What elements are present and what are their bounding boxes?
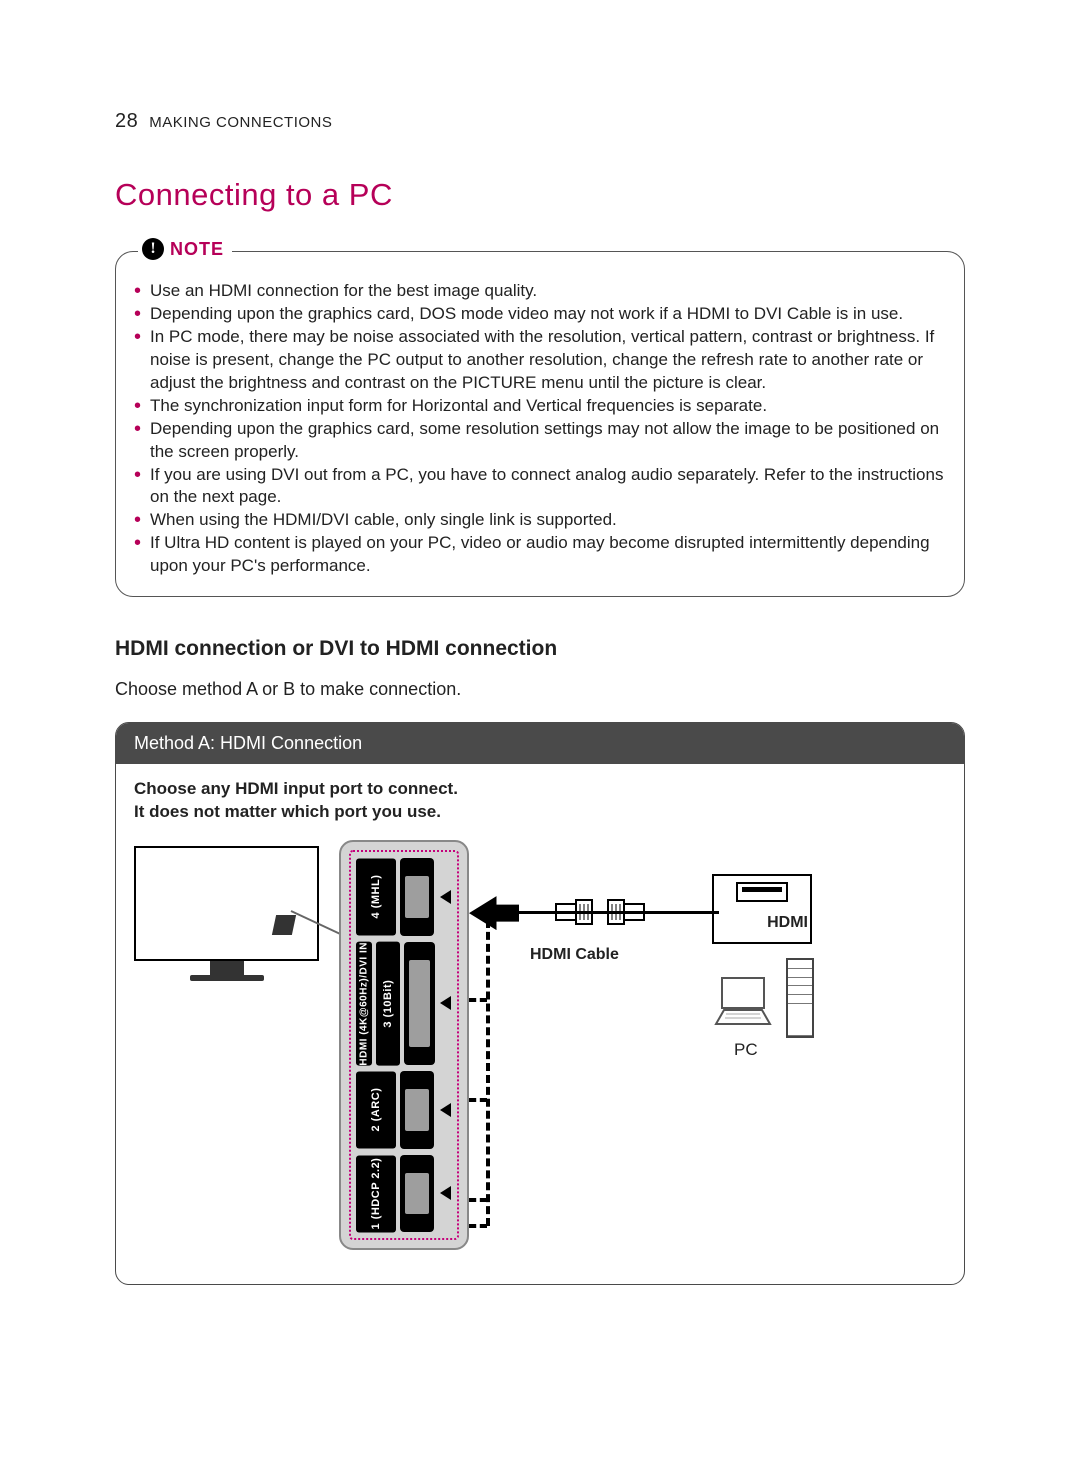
subheading: HDMI connection or DVI to HDMI connectio…: [115, 637, 965, 661]
intro-text: Choose method A or B to make connection.: [115, 679, 965, 700]
laptop-icon: [712, 970, 774, 1032]
list-item: The synchronization input form for Horiz…: [134, 395, 946, 418]
hdmi-port-icon: [404, 942, 435, 1066]
port-label: 3 (10Bit): [376, 942, 400, 1066]
page-header: 28 MAKING CONNECTIONS: [115, 110, 965, 133]
dashed-connector: [469, 1224, 487, 1228]
pc-tower-icon: [786, 958, 814, 1038]
arrow-left-icon: [440, 1186, 451, 1200]
page-title: Connecting to a PC: [115, 177, 965, 213]
connection-diagram: 4 (MHL) HDMI (4K@60Hz)/DVI IN 3 (10Bit) …: [134, 840, 914, 1260]
hdmi-port-icon: [400, 1155, 434, 1232]
hdmi-panel: 4 (MHL) HDMI (4K@60Hz)/DVI IN 3 (10Bit) …: [339, 840, 469, 1250]
hdmi-port-row: HDMI (4K@60Hz)/DVI IN 3 (10Bit): [356, 942, 452, 1066]
hdmi-plug-icon: [604, 896, 646, 928]
port-label: 2 (ARC): [356, 1071, 396, 1148]
method-a-body: Choose any HDMI input port to connect. I…: [116, 764, 964, 1284]
arrow-left-icon: [440, 890, 451, 904]
hdmi-port-icon: [400, 858, 434, 935]
note-box: ! NOTE Use an HDMI connection for the be…: [115, 251, 965, 597]
desc-line: Choose any HDMI input port to connect.: [134, 779, 458, 798]
method-a-box: Method A: HDMI Connection Choose any HDM…: [115, 722, 965, 1285]
alert-icon: !: [142, 238, 164, 260]
note-label: NOTE: [170, 239, 224, 260]
dashed-connector: [469, 1098, 487, 1102]
list-item: In PC mode, there may be noise associate…: [134, 326, 946, 395]
tv-stand-icon: [210, 961, 244, 977]
pc-port-box: [712, 874, 812, 944]
arrow-left-icon: [440, 996, 451, 1010]
hdmi-port-row: 1 (HDCP 2.2): [356, 1155, 452, 1232]
hdmi-port-row: 4 (MHL): [356, 858, 452, 935]
cable-label: HDMI Cable: [530, 946, 619, 964]
arrow-left-solid-icon: [469, 896, 519, 930]
pc-label: PC: [734, 1040, 758, 1060]
tv-icon: [134, 846, 319, 961]
pc-port-label: HDMI: [712, 914, 812, 932]
hdmi-panel-inner: 4 (MHL) HDMI (4K@60Hz)/DVI IN 3 (10Bit) …: [349, 850, 459, 1240]
page-number: 28: [115, 110, 138, 132]
page: 28 MAKING CONNECTIONS Connecting to a PC…: [0, 0, 1080, 1477]
dashed-connector: [486, 920, 490, 1226]
hdmi-port-row: 2 (ARC): [356, 1071, 452, 1148]
method-a-header: Method A: HDMI Connection: [116, 723, 964, 764]
tv-callout-dot: [272, 915, 296, 935]
method-a-desc: Choose any HDMI input port to connect. I…: [134, 778, 946, 824]
hdmi-plug-icon: [554, 896, 596, 928]
note-list: Use an HDMI connection for the best imag…: [134, 280, 946, 578]
list-item: When using the HDMI/DVI cable, only sing…: [134, 509, 946, 532]
list-item: If Ultra HD content is played on your PC…: [134, 532, 946, 578]
list-item: If you are using DVI out from a PC, you …: [134, 464, 946, 510]
list-item: Depending upon the graphics card, DOS mo…: [134, 303, 946, 326]
hdmi-port-icon: [400, 1071, 434, 1148]
dashed-connector: [469, 998, 487, 1002]
panel-strip-label: HDMI (4K@60Hz)/DVI IN: [356, 942, 372, 1066]
hdmi-port-icon: [736, 882, 788, 902]
desc-line: It does not matter which port you use.: [134, 802, 441, 821]
note-label-wrap: ! NOTE: [138, 238, 232, 260]
list-item: Depending upon the graphics card, some r…: [134, 418, 946, 464]
list-item: Use an HDMI connection for the best imag…: [134, 280, 946, 303]
port-label: 1 (HDCP 2.2): [356, 1155, 396, 1232]
section-title: MAKING CONNECTIONS: [149, 114, 332, 131]
dashed-connector: [469, 1198, 487, 1202]
arrow-left-icon: [440, 1103, 451, 1117]
port-label: 4 (MHL): [356, 858, 396, 935]
